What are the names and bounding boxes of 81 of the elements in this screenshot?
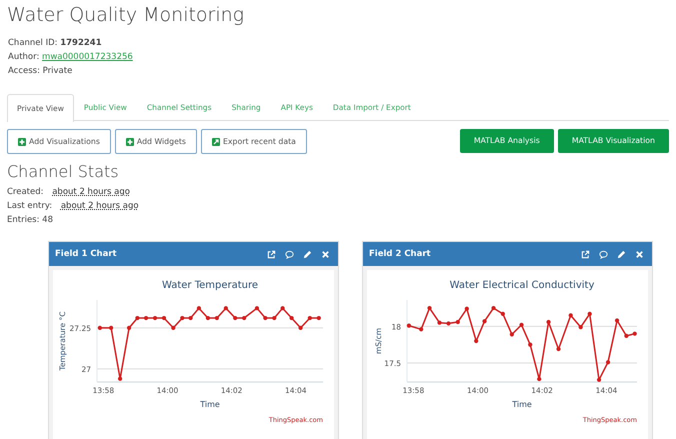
data-marker <box>528 342 532 347</box>
data-marker <box>437 320 442 325</box>
data-marker <box>98 326 102 330</box>
timestamp: about 2 hours ago <box>60 201 139 211</box>
external-link-icon <box>267 250 276 258</box>
axis-title: Time <box>200 400 220 409</box>
data-marker <box>419 327 424 332</box>
data-marker <box>214 316 219 320</box>
data-marker <box>537 376 542 382</box>
data-marker <box>456 320 460 324</box>
data-marker <box>280 306 285 310</box>
export-icon <box>212 138 220 146</box>
data-marker <box>263 316 268 320</box>
pencil-icon <box>617 250 626 258</box>
data-marker <box>224 306 228 310</box>
panel-title: Field 1 Chart <box>55 248 117 260</box>
data-marker <box>135 316 140 320</box>
data-marker <box>510 332 514 336</box>
author-link[interactable]: mwa0000017233256 <box>42 52 133 62</box>
data-marker <box>242 316 246 320</box>
data-marker <box>254 306 260 310</box>
data-marker <box>152 316 158 320</box>
panel-title: Field 2 Chart <box>369 248 431 260</box>
data-marker <box>427 306 432 310</box>
stat-label: Entries: <box>7 215 40 225</box>
data-marker <box>596 378 602 382</box>
data-marker <box>500 312 505 316</box>
chart-title: Water Electrical Conductivity <box>450 280 594 291</box>
pencil-icon <box>303 250 312 258</box>
data-marker <box>568 313 573 318</box>
data-marker <box>606 360 610 364</box>
data-marker <box>624 334 628 338</box>
timestamp: about 2 hours ago <box>52 187 130 197</box>
data-marker <box>162 316 166 320</box>
data-marker <box>546 320 551 324</box>
data-marker <box>556 346 561 352</box>
stat-label: Last entry: <box>7 201 52 211</box>
data-marker <box>180 316 184 320</box>
data-marker <box>171 326 176 330</box>
data-marker <box>206 316 210 320</box>
external-link-icon <box>581 250 590 258</box>
data-marker <box>188 316 193 320</box>
data-marker <box>406 324 412 328</box>
data-marker <box>126 326 132 330</box>
data-marker <box>118 376 122 381</box>
data-marker <box>482 319 487 324</box>
data-marker <box>233 316 238 320</box>
close-icon <box>635 250 644 258</box>
access-value: Private <box>42 66 72 76</box>
plus-icon <box>18 138 26 146</box>
info-label: Channel ID: <box>8 38 59 48</box>
data-marker <box>298 326 303 330</box>
info-label: Author: <box>8 52 40 62</box>
data-marker <box>109 326 114 330</box>
comment-icon <box>599 250 608 258</box>
comment-icon <box>285 250 294 258</box>
data-marker <box>491 306 496 310</box>
data-marker <box>272 316 276 320</box>
data-marker <box>578 325 583 330</box>
stat-label: Created: <box>7 187 44 197</box>
stat-value: 48 <box>42 215 53 225</box>
close-icon <box>321 250 330 258</box>
axis-title: Time <box>512 400 532 409</box>
data-marker <box>196 306 202 310</box>
data-marker <box>474 338 478 344</box>
page-title: Water Quality Monitoring <box>7 3 246 28</box>
data-marker <box>316 316 321 320</box>
info-label: Access: <box>8 66 41 76</box>
data-marker <box>308 316 312 320</box>
data-marker <box>614 318 620 323</box>
data-marker <box>289 316 294 320</box>
data-marker <box>519 322 524 327</box>
plus-icon <box>126 138 134 146</box>
data-marker <box>588 312 592 316</box>
chart-title: Water Temperature <box>162 280 258 291</box>
data-marker <box>144 316 148 320</box>
data-marker <box>464 306 469 311</box>
section-heading: Channel Stats <box>7 162 120 182</box>
data-marker <box>632 332 637 336</box>
data-marker <box>446 321 451 326</box>
channel-id: 1792241 <box>60 38 102 48</box>
